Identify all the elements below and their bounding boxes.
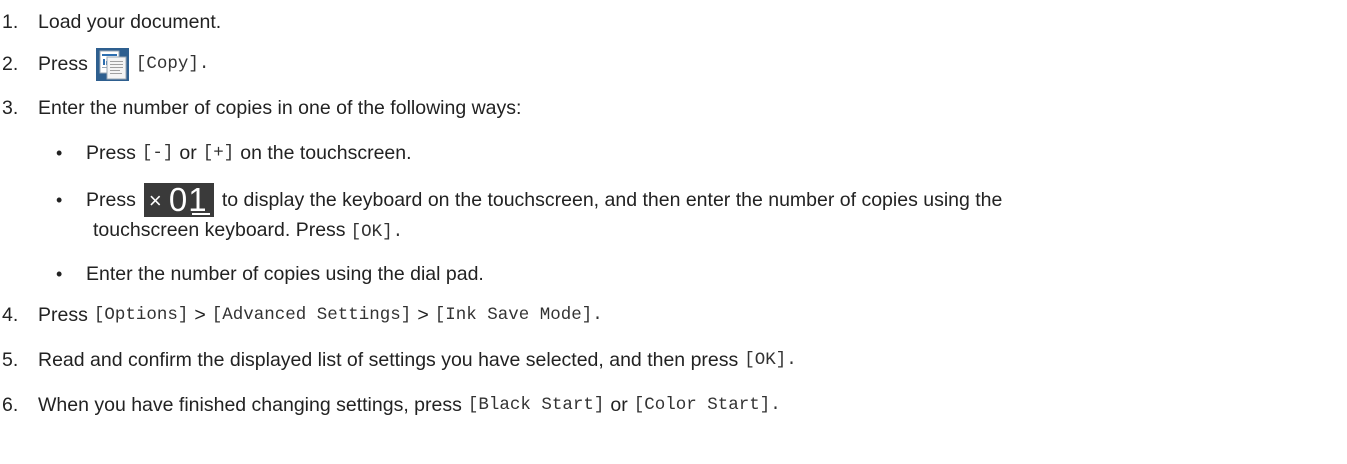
step-2: 2. Press [Copy].: [0, 44, 209, 84]
bullet: •: [56, 190, 63, 210]
step-4: 4. Press [Options] > [Advanced Settings]…: [0, 301, 603, 329]
step-text: Press: [38, 53, 88, 75]
bullet: •: [56, 143, 63, 163]
plus-code: [+]: [202, 143, 235, 163]
step-text: Load your document.: [38, 11, 222, 33]
copy-icon: [95, 47, 129, 81]
step-1: 1. Load your document.: [0, 8, 221, 36]
step-text: Read and confirm the displayed list of s…: [38, 349, 739, 371]
step-6: 6. When you have finished changing setti…: [0, 391, 781, 419]
substep-text: touchscreen keyboard. Press: [93, 219, 346, 241]
step-text: Press: [38, 304, 88, 326]
substep-2-continued: touchscreen keyboard. Press [OK].: [93, 216, 403, 246]
or-text: or: [179, 142, 197, 164]
or-text: or: [610, 394, 628, 416]
options-code: [Options]: [93, 305, 189, 325]
minus-code: [-]: [141, 143, 174, 163]
substep-text: to display the keyboard on the touchscre…: [221, 189, 1003, 211]
substep-text: Press: [86, 142, 136, 164]
advanced-settings-code: [Advanced Settings]: [211, 305, 412, 325]
ink-save-mode-code: [Ink Save Mode].: [434, 305, 603, 325]
substep-text: Enter the number of copies using the dia…: [86, 263, 484, 285]
step-number: 3.: [2, 97, 19, 119]
step-number: 2.: [2, 53, 19, 75]
step-number: 4.: [2, 304, 19, 326]
step-3: 3. Enter the number of copies in one of …: [0, 94, 521, 122]
ok-code: [OK].: [350, 222, 404, 242]
step-text: When you have finished changing settings…: [38, 394, 462, 416]
copy-code: [Copy].: [135, 54, 210, 74]
separator: >: [194, 304, 206, 326]
black-start-code: [Black Start]: [467, 395, 605, 415]
ok-code: [OK].: [744, 350, 797, 370]
copies-count-icon: × 01: [143, 181, 214, 218]
copies-number: 01: [168, 181, 208, 218]
separator: >: [417, 304, 429, 326]
substep-text: Press: [86, 189, 136, 211]
step-text: Enter the number of copies in one of the…: [38, 97, 522, 119]
substep-1: • Press [-] or [+] on the touchscreen.: [0, 139, 412, 167]
substep-2: • Press × 01 to display the keyboard on …: [0, 180, 1002, 220]
step-number: 1.: [2, 11, 19, 33]
multiply-icon: ×: [148, 188, 162, 213]
step-number: 5.: [2, 349, 19, 371]
step-number: 6.: [2, 394, 19, 416]
color-start-code: [Color Start].: [633, 395, 781, 415]
substep-text: on the touchscreen.: [240, 142, 412, 164]
substep-3: • Enter the number of copies using the d…: [0, 260, 484, 288]
step-5: 5. Read and confirm the displayed list o…: [0, 346, 797, 374]
bullet: •: [56, 264, 63, 284]
